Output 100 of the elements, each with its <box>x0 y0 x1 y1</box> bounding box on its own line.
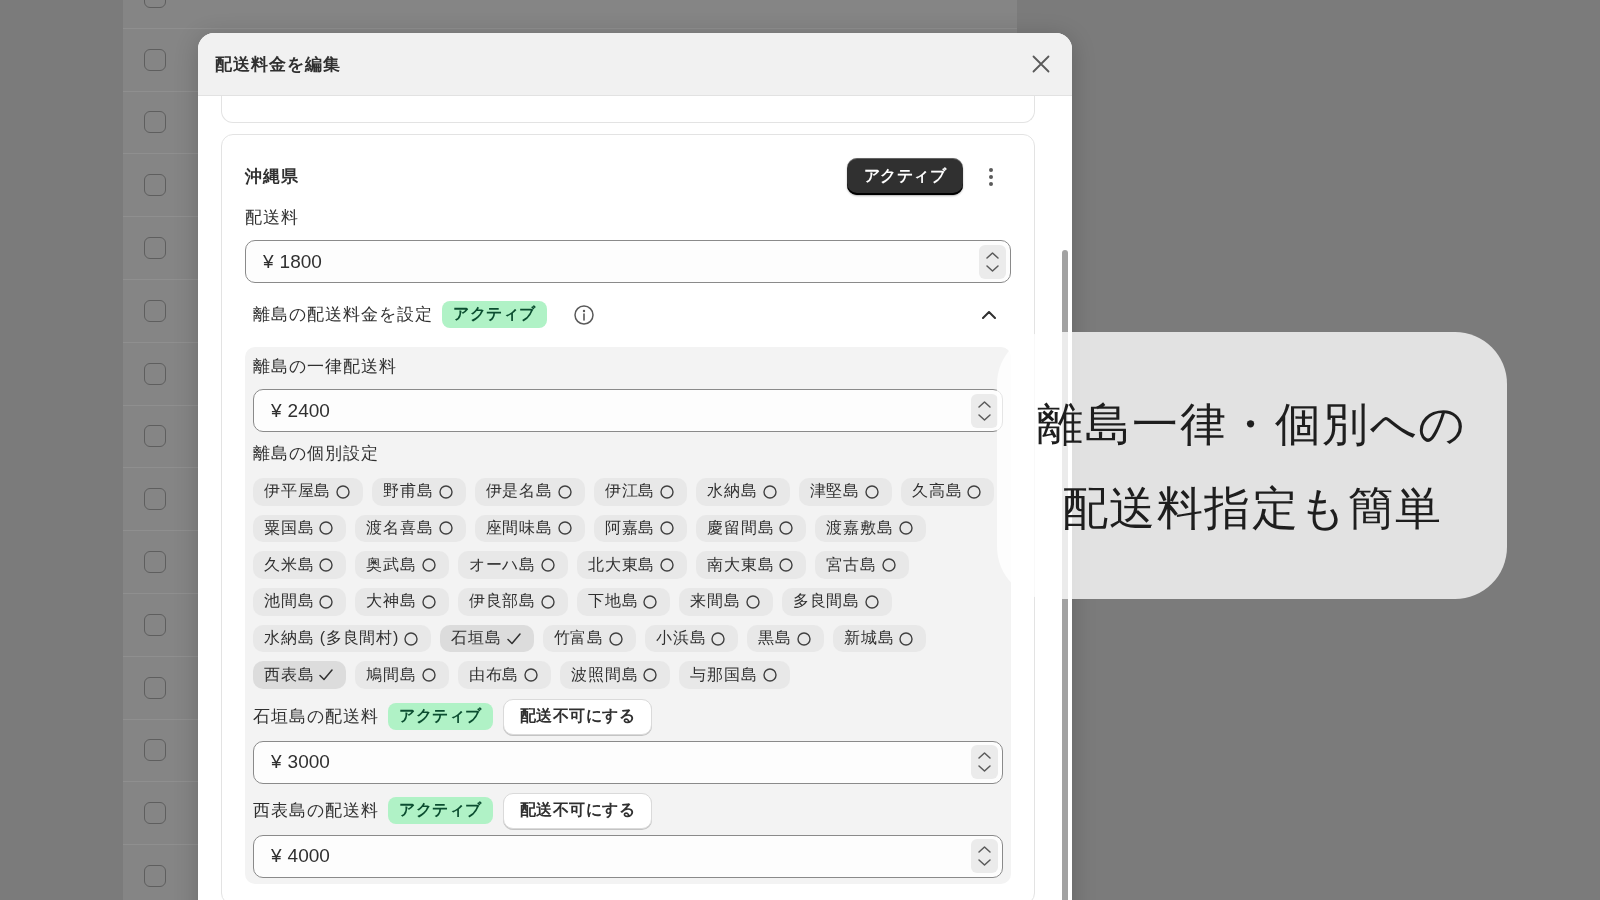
island-chip[interactable]: 阿嘉島 <box>593 514 688 543</box>
island-chip[interactable]: 新城島 <box>832 624 927 653</box>
info-icon[interactable] <box>573 304 594 325</box>
circle-icon <box>796 631 811 646</box>
island-chip[interactable]: 水納島 <box>696 478 790 506</box>
prefecture-name: 沖縄県 <box>245 166 300 188</box>
island-chip[interactable]: 池間島 <box>253 588 347 616</box>
circle-icon <box>438 484 453 499</box>
island-chip[interactable]: 水納島 (多良間村) <box>253 624 432 653</box>
island-chip[interactable]: 奥武島 <box>355 551 449 579</box>
status-badge: アクティブ <box>388 703 493 731</box>
circle-icon <box>421 594 436 609</box>
circle-icon <box>762 484 777 499</box>
field-label: 離島の個別設定 <box>253 443 379 465</box>
circle-icon <box>779 521 794 536</box>
island-chip[interactable]: 竹富島 <box>542 624 636 653</box>
island-chip[interactable]: 野甫島 <box>372 478 466 506</box>
row-checkbox[interactable] <box>144 551 166 574</box>
island-chip[interactable]: 由布島 <box>457 661 552 689</box>
callout-text: 離島一律・個別への 配送料指定も簡単 <box>1037 396 1467 536</box>
island-chip[interactable]: 久米島 <box>253 551 347 579</box>
status-button[interactable]: アクティブ <box>846 158 963 195</box>
island-chip[interactable]: 座間味島 <box>474 514 585 543</box>
island-chip[interactable]: 渡名喜島 <box>355 514 466 543</box>
disable-button[interactable]: 配送不可にする <box>502 698 652 735</box>
close-icon[interactable] <box>1032 55 1050 73</box>
row-checkbox[interactable] <box>144 48 166 71</box>
circle-icon <box>524 668 539 683</box>
row-checkbox[interactable] <box>144 739 166 762</box>
island-chip[interactable]: 伊是名島 <box>474 478 585 506</box>
island-chip[interactable]: 慶留間島 <box>696 514 807 543</box>
circle-icon <box>557 484 572 499</box>
island-chip[interactable]: 大神島 <box>355 588 449 616</box>
island-chip[interactable]: 南大東島 <box>696 551 807 579</box>
circle-icon <box>421 558 436 573</box>
disable-button[interactable]: 配送不可にする <box>502 792 652 829</box>
island-chip[interactable]: 北大東島 <box>577 551 688 579</box>
row-checkbox[interactable] <box>144 299 166 322</box>
modal-title: 配送料金を編集 <box>215 53 341 76</box>
more-icon[interactable] <box>989 167 993 186</box>
island-chip[interactable]: 鳩間島 <box>355 661 449 689</box>
island-chip[interactable]: 多良間島 <box>781 588 893 616</box>
circle-icon <box>660 484 675 499</box>
island-chip[interactable]: 西表島 <box>253 661 347 689</box>
circle-icon <box>643 668 658 683</box>
island-chip[interactable]: オーハ島 <box>457 551 568 579</box>
island-chip[interactable]: 伊平屋島 <box>253 478 364 506</box>
circle-icon <box>865 594 880 609</box>
row-checkbox[interactable] <box>144 676 166 699</box>
island-chip[interactable]: 宮古島 <box>815 551 909 579</box>
row-checkbox[interactable] <box>144 111 166 134</box>
price-field[interactable]: ¥ 3000 <box>253 740 1003 784</box>
island-chip[interactable]: 来間島 <box>679 588 773 616</box>
circle-icon <box>319 558 334 573</box>
row-checkbox[interactable] <box>144 425 166 448</box>
circle-icon <box>745 594 760 609</box>
circle-icon <box>865 484 880 499</box>
island-chip[interactable]: 伊江島 <box>593 478 688 506</box>
field-label: 石垣島の配送料 <box>253 706 379 729</box>
island-chip[interactable]: 久高島 <box>901 478 995 506</box>
circle-icon <box>438 521 453 536</box>
circle-icon <box>608 631 623 646</box>
island-chip[interactable]: 与那国島 <box>679 661 790 689</box>
price-field[interactable]: ¥ 1800 <box>245 240 1011 283</box>
island-chip[interactable]: 津堅島 <box>798 478 893 506</box>
row-checkbox[interactable] <box>144 362 166 385</box>
row-checkbox[interactable] <box>144 488 166 511</box>
circle-icon <box>421 668 436 683</box>
circle-icon <box>967 484 982 499</box>
row-checkbox[interactable] <box>144 802 166 825</box>
circle-icon <box>881 558 896 573</box>
chevron-up-icon[interactable] <box>982 310 996 319</box>
row-checkbox[interactable] <box>144 174 166 197</box>
island-chip[interactable]: 石垣島 <box>440 624 534 653</box>
island-chip[interactable]: 波照間島 <box>560 661 671 689</box>
field-label: 配送料 <box>245 207 300 229</box>
island-chip[interactable]: 渡嘉敷島 <box>815 514 926 543</box>
stepper-icon[interactable] <box>971 745 998 780</box>
price-field[interactable]: ¥ 4000 <box>253 834 1003 878</box>
circle-icon <box>711 631 726 646</box>
circle-icon <box>660 521 675 536</box>
stepper-icon[interactable] <box>979 244 1006 279</box>
circle-icon <box>336 484 351 499</box>
island-chip[interactable]: 小浜島 <box>644 624 739 653</box>
check-icon <box>506 632 521 645</box>
row-checkbox[interactable] <box>144 237 166 260</box>
stepper-icon[interactable] <box>971 839 998 874</box>
check-icon <box>319 669 334 682</box>
island-chip[interactable]: 粟国島 <box>253 514 347 543</box>
circle-icon <box>779 558 794 573</box>
circle-icon <box>557 521 572 536</box>
circle-icon <box>541 594 555 609</box>
row-checkbox[interactable] <box>144 865 166 888</box>
island-chip[interactable]: 下地島 <box>577 588 671 616</box>
island-chip[interactable]: 黒島 <box>747 624 824 653</box>
status-badge: アクティブ <box>388 797 493 825</box>
island-chip[interactable]: 伊良部島 <box>457 588 568 616</box>
stepper-icon[interactable] <box>971 393 998 428</box>
row-checkbox[interactable] <box>144 613 166 636</box>
circle-icon <box>762 668 777 683</box>
